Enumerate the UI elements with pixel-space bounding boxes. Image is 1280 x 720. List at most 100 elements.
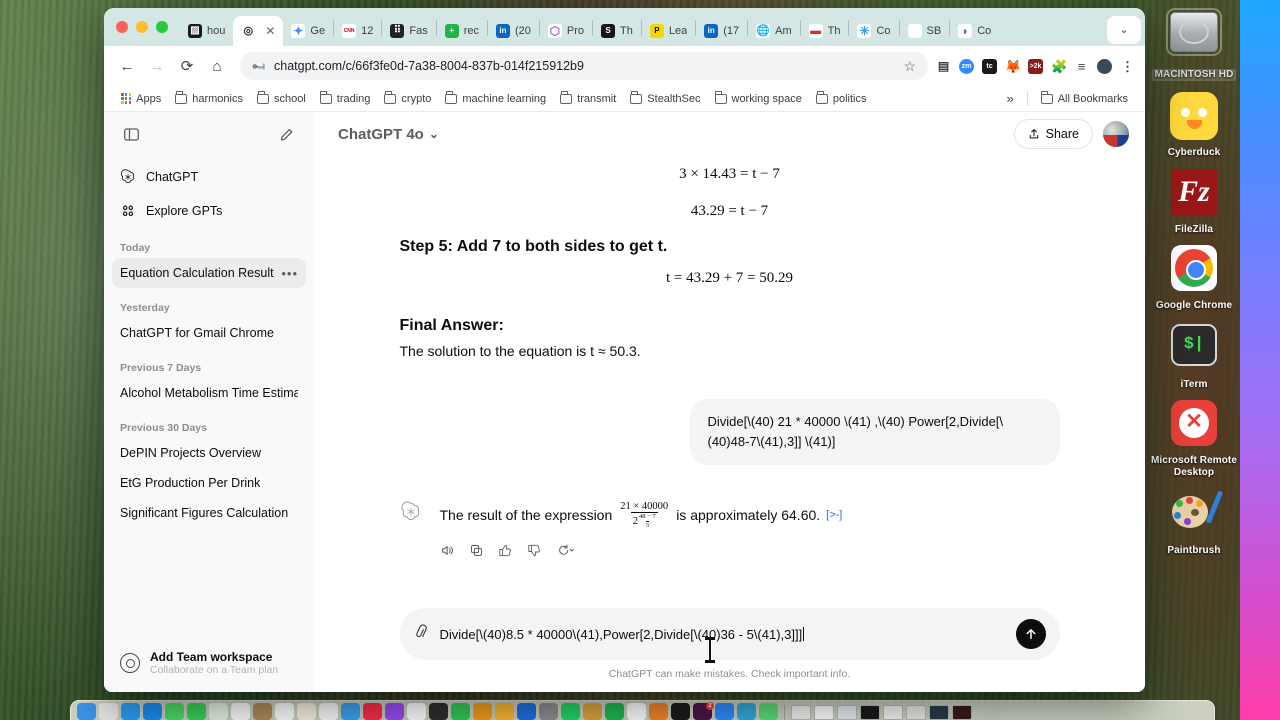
dock-app-settings[interactable] [539,703,558,720]
thumbs-up-icon[interactable] [498,543,513,558]
dock-app-whatsapp-web[interactable] [759,703,778,720]
browser-tab[interactable]: + rec [437,16,487,46]
dock-app-thunderbird[interactable] [649,703,668,720]
home-button[interactable]: ⌂ [202,51,232,81]
dock-app-numbers[interactable] [451,703,470,720]
desktop-icon-filezilla[interactable]: Fz FileZilla [1144,167,1244,236]
browser-tab[interactable]: 🌐 Am [748,16,800,46]
dock-app-contacts[interactable] [253,703,272,720]
dock-app-mail[interactable] [143,703,162,720]
message-composer[interactable]: Divide[\(40)8.5 * 40000\(41),Power[2,Div… [399,608,1060,660]
bookmark-folder[interactable]: machine learning [438,90,553,108]
address-bar[interactable]: chatgpt.com/c/66f3fe0d-7a38-8004-837b-01… [240,52,928,80]
dock-app-facetime[interactable] [187,703,206,720]
dock-app-reminders[interactable] [319,703,338,720]
dock-minimized-window[interactable] [860,705,880,720]
browser-tab[interactable]: ▬ Th [801,16,849,46]
browser-tab[interactable]: P Lea [642,16,695,46]
browser-tab[interactable]: ⬡ Pro [540,16,592,46]
regenerate-icon[interactable] [556,543,574,558]
toolbox-ext[interactable]: >2k [1028,58,1043,74]
forward-button[interactable]: → [142,51,172,81]
dock-app-xcode[interactable] [517,703,536,720]
metamask-ext[interactable]: 🦊 [1005,59,1020,74]
browser-tab[interactable]: ▨ hou [180,16,233,46]
browser-tab[interactable]: ◗ Co [950,16,999,46]
all-bookmarks-button[interactable]: All Bookmarks [1034,90,1135,108]
add-team-workspace-button[interactable]: Add Team workspace Collaborate on a Team… [114,644,304,682]
reload-button[interactable]: ⟳ [172,51,202,81]
dock-app-notion[interactable] [583,703,602,720]
dock-minimized-window[interactable] [929,705,949,720]
dock-app-maps[interactable] [209,703,228,720]
sidebar-chat-item[interactable]: Alcohol Metabolism Time Estimate [112,378,306,408]
reading-list-icon[interactable]: ≡ [1074,59,1089,74]
desktop-icon-hard-drive[interactable]: MACINTOSH HD [1144,6,1244,82]
dock-app-preview[interactable] [495,703,514,720]
browser-tab[interactable]: ✦ Ge [283,16,333,46]
sidebar-chat-item[interactable]: DePIN Projects Overview [112,438,306,468]
close-tab-icon[interactable]: ✕ [265,24,275,38]
bookmark-apps[interactable]: Apps [114,90,168,108]
browser-tab[interactable]: CNN 12 [334,16,381,46]
sidebar-chat-item[interactable]: EtG Production Per Drink [112,468,306,498]
dock-minimized-window[interactable] [814,705,834,720]
sidebar-item-explore-gpts[interactable]: Explore GPTs [112,194,306,228]
user-avatar[interactable] [1103,121,1129,147]
dock-app-podcasts[interactable] [385,703,404,720]
dock-app-chrome[interactable] [627,703,646,720]
bookmark-folder[interactable]: trading [313,90,378,108]
ext-dark-tag[interactable]: ▤ [936,59,951,74]
dock-app-pages[interactable] [473,703,492,720]
zoom-ext[interactable]: zm [959,58,974,74]
close-window-button[interactable] [116,21,128,33]
dock-app-slack[interactable]: 2 [693,702,714,720]
desktop-icon-google-chrome[interactable]: Google Chrome [1144,243,1244,312]
bookmark-folder[interactable]: working space [708,90,809,108]
desktop-icon-remote-desktop[interactable]: Microsoft Remote Desktop [1144,398,1244,478]
bookmarks-overflow-button[interactable]: » [999,88,1020,109]
browser-tab[interactable]: 🐿 SB [900,16,950,46]
bookmark-folder[interactable]: politics [809,90,874,108]
dock-app-photos[interactable] [231,703,250,720]
dock-app-zoom[interactable] [715,703,734,720]
user-message-bubble[interactable]: Divide[\(40) 21 * 40000 \(41) ,\(40) Pow… [689,399,1060,466]
sidebar-chat-item[interactable]: Significant Figures Calculation [112,498,306,528]
model-selector[interactable]: ChatGPT 4o ⌄ [330,122,447,147]
maximize-window-button[interactable] [156,21,168,33]
sidebar-chat-item[interactable]: ChatGPT for Gmail Chrome [112,318,306,348]
bookmark-folder[interactable]: harmonics [168,90,250,108]
browser-tab[interactable]: ✳ Co [849,16,898,46]
citation-link[interactable]: [>-] [826,507,842,525]
dock-minimized-window[interactable] [883,705,903,720]
dock-minimized-window[interactable] [952,705,972,720]
bookmark-folder[interactable]: school [250,90,313,108]
dock-app-launchpad[interactable] [99,703,118,720]
puzzle-ext[interactable]: 🧩 [1051,59,1066,74]
tc-ext[interactable]: tc [982,58,997,74]
profile-avatar[interactable] [1097,58,1112,74]
browser-tab[interactable]: in (17 [696,16,747,46]
dock-app-iterm[interactable] [671,703,690,720]
dock-app-music[interactable] [363,703,382,720]
tab-search-chevron-icon[interactable]: ⌄ [1107,16,1141,44]
dock-app-keynote[interactable] [429,703,448,720]
dock-minimized-window[interactable] [906,705,926,720]
dock-app-tv[interactable] [407,703,426,720]
paperclip-icon[interactable] [411,622,432,646]
dock-minimized-window[interactable] [837,705,857,720]
share-button[interactable]: Share [1013,119,1093,149]
dock-app-finder[interactable] [77,703,96,720]
send-button[interactable] [1015,619,1046,649]
bookmark-folder[interactable]: transmit [553,90,623,108]
bookmark-folder[interactable]: StealthSec [623,90,707,108]
minimize-window-button[interactable] [136,21,148,33]
message-input[interactable]: Divide[\(40)8.5 * 40000\(41),Power[2,Div… [440,626,1005,642]
dock-app-whatsapp[interactable] [561,703,580,720]
new-chat-icon[interactable] [274,121,300,147]
site-info-icon[interactable] [252,59,266,73]
desktop-icon-cyberduck[interactable]: Cyberduck [1144,90,1244,159]
back-button[interactable]: ← [112,51,142,81]
browser-tab-active[interactable]: ◎ ✕ [233,16,284,46]
dock-app-telegram[interactable] [737,703,756,720]
